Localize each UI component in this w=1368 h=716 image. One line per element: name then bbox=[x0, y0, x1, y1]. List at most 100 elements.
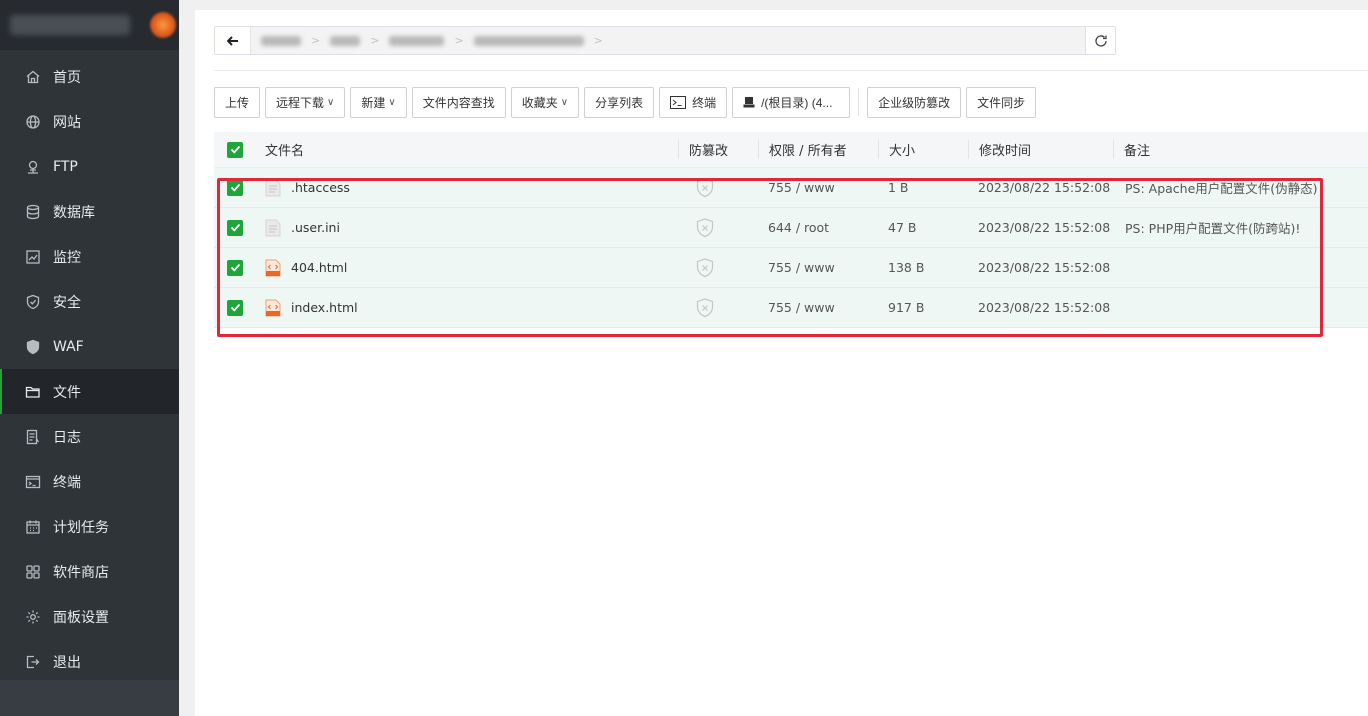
sidebar-item-home[interactable]: 首页 bbox=[0, 54, 179, 99]
tamper-shield-icon[interactable] bbox=[696, 217, 714, 238]
row-checkbox[interactable] bbox=[227, 219, 243, 236]
check-icon bbox=[230, 263, 240, 272]
tamper-shield-icon[interactable] bbox=[696, 257, 714, 278]
breadcrumb-item[interactable] bbox=[261, 35, 301, 46]
sidebar-item-label: FTP bbox=[53, 158, 78, 175]
file-name[interactable]: 404.html bbox=[291, 260, 347, 275]
arrow-left-icon bbox=[226, 35, 238, 46]
select-all-checkbox[interactable] bbox=[227, 141, 243, 158]
file-permission[interactable]: 755 / www bbox=[758, 300, 878, 315]
header-name[interactable]: 文件名 bbox=[256, 140, 678, 159]
table-row[interactable]: .user.ini 644 / root 47 B 2023/08/22 15:… bbox=[214, 208, 1368, 248]
file-modified: 2023/08/22 15:52:08 bbox=[978, 180, 1111, 195]
sidebar-item-website[interactable]: 网站 bbox=[0, 99, 179, 144]
html-file-icon bbox=[265, 259, 281, 277]
table-header: 文件名 防篡改 权限 / 所有者 大小 修改时间 备注 bbox=[214, 132, 1368, 168]
sidebar-item-label: 计划任务 bbox=[53, 519, 109, 536]
sidebar-item-settings[interactable]: 面板设置 bbox=[0, 594, 179, 639]
monitor-icon bbox=[25, 249, 41, 265]
log-icon bbox=[25, 429, 41, 445]
content-search-button[interactable]: 文件内容查找 bbox=[411, 86, 506, 118]
table-row[interactable]: index.html 755 / www 917 B 2023/08/22 15… bbox=[214, 288, 1368, 328]
new-button[interactable]: 新建 ∨ bbox=[350, 86, 407, 118]
check-icon bbox=[230, 223, 240, 232]
sidebar-item-cron[interactable]: 计划任务 bbox=[0, 504, 179, 549]
file-sync-button[interactable]: 文件同步 bbox=[966, 86, 1037, 118]
sidebar-header bbox=[0, 0, 179, 50]
sidebar-item-security[interactable]: 安全 bbox=[0, 279, 179, 324]
chevron-down-icon: ∨ bbox=[388, 96, 396, 108]
enterprise-tamper-button[interactable]: 企业级防篡改 bbox=[867, 86, 962, 118]
sidebar-nav: 首页 网站 FTP 数据库 监控 安全 WAF 文件 日志 终端 计划任务 软件… bbox=[0, 50, 179, 684]
terminal-button[interactable]: 终端 bbox=[659, 86, 728, 118]
header-permission: 权限 / 所有者 bbox=[758, 140, 878, 159]
sidebar-item-label: 网站 bbox=[53, 114, 81, 131]
refresh-button[interactable] bbox=[1085, 27, 1115, 54]
share-list-button[interactable]: 分享列表 bbox=[584, 86, 655, 118]
file-permission[interactable]: 644 / root bbox=[758, 220, 878, 235]
file-size: 138 B bbox=[888, 260, 925, 275]
upload-button[interactable]: 上传 bbox=[214, 86, 261, 118]
disk-icon bbox=[743, 97, 755, 108]
sidebar-item-logs[interactable]: 日志 bbox=[0, 414, 179, 459]
sidebar-item-label: 面板设置 bbox=[53, 609, 109, 626]
header-tamper: 防篡改 bbox=[678, 140, 758, 159]
divider bbox=[214, 70, 1368, 71]
remote-download-button[interactable]: 远程下载 ∨ bbox=[265, 86, 346, 118]
sidebar-item-label: 数据库 bbox=[53, 204, 95, 221]
file-note[interactable]: PS: PHP用户配置文件(防跨站)! bbox=[1113, 218, 1368, 237]
row-checkbox[interactable] bbox=[227, 259, 243, 276]
path-bar: > > > > bbox=[214, 26, 1116, 55]
table-row[interactable]: 404.html 755 / www 138 B 2023/08/22 15:5… bbox=[214, 248, 1368, 288]
sidebar-item-store[interactable]: 软件商店 bbox=[0, 549, 179, 594]
chevron-down-icon: ∨ bbox=[560, 96, 569, 108]
file-modified: 2023/08/22 15:52:08 bbox=[978, 300, 1111, 315]
file-modified: 2023/08/22 15:52:08 bbox=[978, 220, 1111, 235]
header-size[interactable]: 大小 bbox=[878, 140, 968, 159]
sidebar-item-database[interactable]: 数据库 bbox=[0, 189, 179, 234]
file-name[interactable]: .user.ini bbox=[291, 220, 340, 235]
sidebar-item-label: WAF bbox=[53, 338, 84, 355]
breadcrumb-item[interactable] bbox=[330, 35, 361, 46]
avatar[interactable] bbox=[150, 12, 176, 38]
chevron-right-icon: > bbox=[593, 34, 603, 47]
disk-root-label: /(根目录) (4... bbox=[761, 95, 833, 110]
row-checkbox[interactable] bbox=[227, 299, 243, 316]
breadcrumb-item[interactable] bbox=[473, 35, 584, 46]
chevron-right-icon: > bbox=[370, 34, 380, 47]
calendar-icon bbox=[25, 519, 41, 535]
back-button[interactable] bbox=[215, 27, 251, 54]
terminal-icon bbox=[25, 474, 41, 490]
favorites-button[interactable]: 收藏夹 ∨ bbox=[510, 86, 580, 118]
header-note: 备注 bbox=[1113, 140, 1368, 159]
sidebar-item-label: 安全 bbox=[53, 294, 81, 311]
file-permission[interactable]: 755 / www bbox=[758, 180, 878, 195]
file-name[interactable]: index.html bbox=[291, 300, 358, 315]
tamper-shield-icon[interactable] bbox=[696, 297, 714, 318]
terminal-label: 终端 bbox=[692, 95, 717, 110]
main-panel: > > > > 上传 远程下载 ∨ 新建 ∨ 文件内容查找 收藏夹 ∨ 分享列表 终端… bbox=[195, 10, 1368, 716]
breadcrumb-item[interactable] bbox=[389, 35, 445, 46]
file-toolbar: 上传 远程下载 ∨ 新建 ∨ 文件内容查找 收藏夹 ∨ 分享列表 终端 /(根目录) … bbox=[214, 86, 1041, 118]
sidebar-item-logout[interactable]: 退出 bbox=[0, 639, 179, 684]
sidebar-item-ftp[interactable]: FTP bbox=[0, 144, 179, 189]
file-name[interactable]: .htaccess bbox=[291, 180, 350, 195]
file-size: 917 B bbox=[888, 300, 925, 315]
disk-root-button[interactable]: /(根目录) (4... bbox=[732, 86, 851, 118]
sidebar: 首页 网站 FTP 数据库 监控 安全 WAF 文件 日志 终端 计划任务 软件… bbox=[0, 0, 179, 716]
row-checkbox[interactable] bbox=[227, 179, 243, 196]
file-note[interactable]: PS: Apache用户配置文件(伪静态) bbox=[1113, 178, 1368, 197]
folder-icon bbox=[25, 384, 41, 400]
breadcrumb[interactable]: > > > > bbox=[251, 27, 1085, 54]
sidebar-item-monitor[interactable]: 监控 bbox=[0, 234, 179, 279]
tamper-shield-icon[interactable] bbox=[696, 177, 714, 198]
refresh-icon bbox=[1094, 34, 1107, 47]
header-modified[interactable]: 修改时间 bbox=[968, 140, 1113, 159]
sidebar-item-waf[interactable]: WAF bbox=[0, 324, 179, 369]
remote-download-label: 远程下载 bbox=[276, 95, 325, 110]
table-row[interactable]: .htaccess 755 / www 1 B 2023/08/22 15:52… bbox=[214, 168, 1368, 208]
file-permission[interactable]: 755 / www bbox=[758, 260, 878, 275]
sidebar-item-files[interactable]: 文件 bbox=[0, 369, 179, 414]
sidebar-item-terminal[interactable]: 终端 bbox=[0, 459, 179, 504]
sidebar-item-label: 软件商店 bbox=[53, 564, 109, 581]
